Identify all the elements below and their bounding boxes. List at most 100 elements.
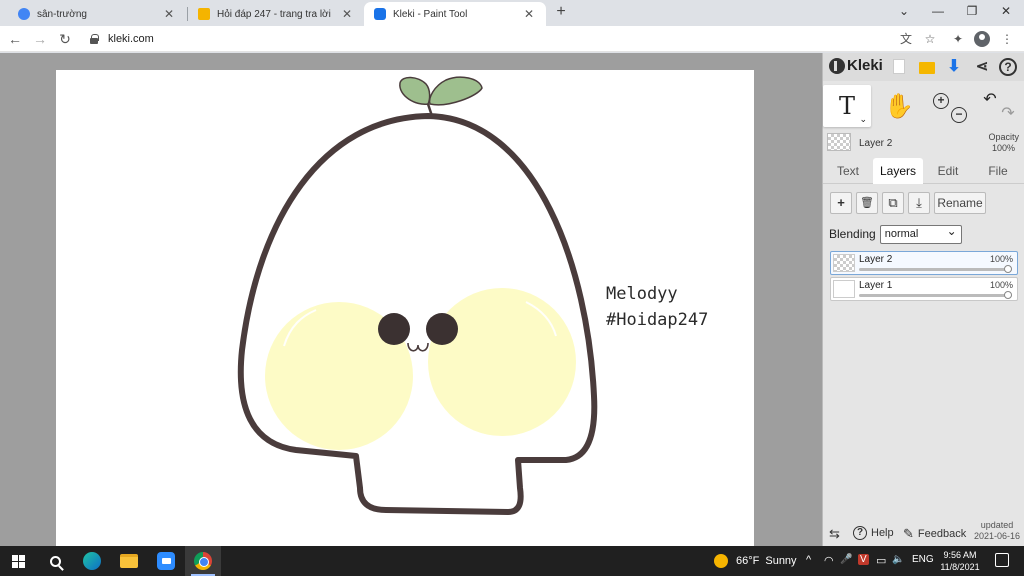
redo-icon[interactable]: ↷ [999, 105, 1017, 123]
swap-ui-button[interactable]: ⇆ [829, 526, 844, 542]
download-icon[interactable]: ⬇ [945, 58, 963, 76]
battery-icon[interactable]: ▭ [876, 554, 886, 567]
window-close-button[interactable]: ✕ [988, 0, 1024, 22]
layer-row-1[interactable]: Layer 1 100% [830, 277, 1018, 301]
translate-icon[interactable]: 文 [898, 31, 914, 47]
search-icon [49, 555, 61, 567]
open-folder-icon[interactable] [919, 62, 935, 74]
help-label: Help [871, 527, 894, 539]
profile-avatar[interactable] [974, 31, 990, 47]
close-icon[interactable]: ✕ [162, 7, 176, 21]
notification-icon[interactable] [995, 553, 1009, 567]
tab-search-button[interactable]: ⌄ [886, 0, 922, 22]
feedback-label: Feedback [917, 528, 967, 540]
drawing-workspace[interactable]: Melodyy #Hoidap247 [0, 53, 822, 546]
tab-text[interactable]: Text [823, 158, 873, 184]
current-layer-info: Layer 2 Opacity 100% [823, 131, 1024, 157]
tab-title: Hỏi đáp 247 - trang tra lời [217, 8, 331, 20]
tray-chevron-icon[interactable]: ^ [806, 554, 811, 566]
search-button[interactable] [37, 546, 73, 576]
zoom-out-icon[interactable]: − [951, 107, 967, 123]
delete-layer-button[interactable]: 🗑 [856, 192, 878, 214]
tab-layers[interactable]: Layers [873, 158, 923, 184]
minimize-button[interactable]: — [920, 0, 956, 22]
rename-button[interactable]: Rename [934, 192, 986, 214]
tab-strip: sân-trường ✕ Hỏi đáp 247 - trang tra lời… [0, 0, 1024, 26]
start-button[interactable] [0, 546, 36, 576]
blending-select[interactable]: normal [879, 223, 962, 244]
share-icon[interactable]: ⋖ [973, 58, 991, 76]
screen: sân-trường ✕ Hỏi đáp 247 - trang tra lời… [0, 0, 1024, 576]
tab-title: sân-trường [37, 8, 87, 20]
current-layer-name: Layer 2 [859, 138, 893, 149]
restore-button[interactable]: ❐ [954, 0, 990, 22]
weather-text: Sunny [765, 555, 797, 567]
feedback-icon: ✎ [903, 526, 914, 541]
file-explorer-button[interactable] [111, 546, 147, 576]
edge-icon [83, 552, 101, 570]
language-indicator[interactable]: ENG [912, 554, 934, 565]
help-icon: ? [853, 526, 867, 540]
tab-title: Kleki - Paint Tool [393, 8, 468, 20]
add-layer-button[interactable]: + [830, 192, 852, 214]
microphone-icon[interactable]: 🎤 [840, 554, 852, 565]
clock[interactable]: 9:56 AM 11/8/2021 [936, 549, 984, 573]
lock-icon[interactable] [90, 34, 99, 44]
weather-widget[interactable]: 66°F Sunny [714, 554, 797, 568]
help-button[interactable]: ? Help [853, 526, 894, 540]
new-image-icon[interactable] [893, 59, 905, 74]
vivaldi-tray-icon[interactable]: V [858, 554, 869, 565]
merge-layer-button[interactable]: ⤓ [908, 192, 930, 214]
text-tool-button[interactable]: T ⌄ [823, 85, 871, 127]
kleki-logo-icon [829, 57, 845, 74]
layer-opacity-knob[interactable] [1004, 291, 1012, 299]
tab-hoidap247[interactable]: Hỏi đáp 247 - trang tra lời ✕ [188, 2, 364, 26]
tab-edit[interactable]: Edit [923, 158, 973, 184]
chrome-button[interactable] [185, 546, 221, 576]
zoom-in-icon[interactable]: + [933, 93, 949, 109]
feedback-button[interactable]: ✎ Feedback [903, 526, 966, 542]
extensions-icon[interactable]: ✦ [950, 31, 966, 47]
edge-button[interactable] [74, 546, 110, 576]
google-classroom-icon [18, 8, 30, 20]
panel-footer: ⇆ ? Help ✎ Feedback updated 2021-06-16 [823, 517, 1024, 546]
forward-button[interactable]: → [31, 30, 49, 48]
swap-icon: ⇆ [829, 526, 840, 541]
drawing-canvas[interactable]: Melodyy #Hoidap247 [56, 70, 754, 546]
tab-san-truong[interactable]: sân-trường ✕ [8, 2, 186, 26]
zoom-app-icon [157, 552, 175, 570]
panel-tabs: Text Layers Edit File [823, 158, 1024, 184]
layer-opacity-slider[interactable] [859, 268, 1012, 271]
back-button[interactable]: ← [6, 30, 24, 48]
signature-name: Melodyy [606, 284, 678, 304]
opacity-value: 100% [991, 143, 1015, 153]
layer-row-2[interactable]: Layer 2 100% [830, 251, 1018, 275]
help-icon[interactable]: ? [999, 58, 1017, 76]
browser-menu-icon[interactable]: ⋮ [999, 31, 1015, 47]
tab-kleki[interactable]: Kleki - Paint Tool ✕ [364, 2, 546, 26]
layer-opacity-slider[interactable] [859, 294, 1012, 297]
updated-info[interactable]: updated 2021-06-16 [974, 520, 1020, 542]
volume-icon[interactable]: 🔈 [892, 554, 904, 565]
text-tool-icon: T [838, 92, 855, 120]
wifi-icon[interactable]: ◠ [824, 554, 834, 567]
mouth [407, 342, 429, 352]
hand-tool-button[interactable]: ✋ [875, 85, 923, 127]
address-bar[interactable]: kleki.com [80, 29, 944, 49]
weather-temp: 66°F [736, 555, 760, 567]
zoom-app-button[interactable] [148, 546, 184, 576]
kleki-logo[interactable]: Kleki [829, 57, 883, 74]
reload-button[interactable]: ↻ [56, 30, 74, 48]
hoidap-icon [198, 8, 210, 20]
close-icon[interactable]: ✕ [340, 7, 354, 21]
bookmark-star-icon[interactable]: ☆ [922, 31, 938, 47]
layer-opacity-knob[interactable] [1004, 265, 1012, 273]
close-icon[interactable]: ✕ [522, 7, 536, 21]
new-tab-button[interactable]: + [552, 3, 570, 21]
layer-thumbnail [833, 280, 855, 298]
duplicate-layer-button[interactable]: ⧉ [882, 192, 904, 214]
tab-file[interactable]: File [973, 158, 1023, 184]
chevron-down-icon[interactable]: ⌄ [859, 114, 867, 125]
left-eye [378, 313, 410, 345]
undo-icon[interactable]: ↶ [981, 91, 999, 109]
